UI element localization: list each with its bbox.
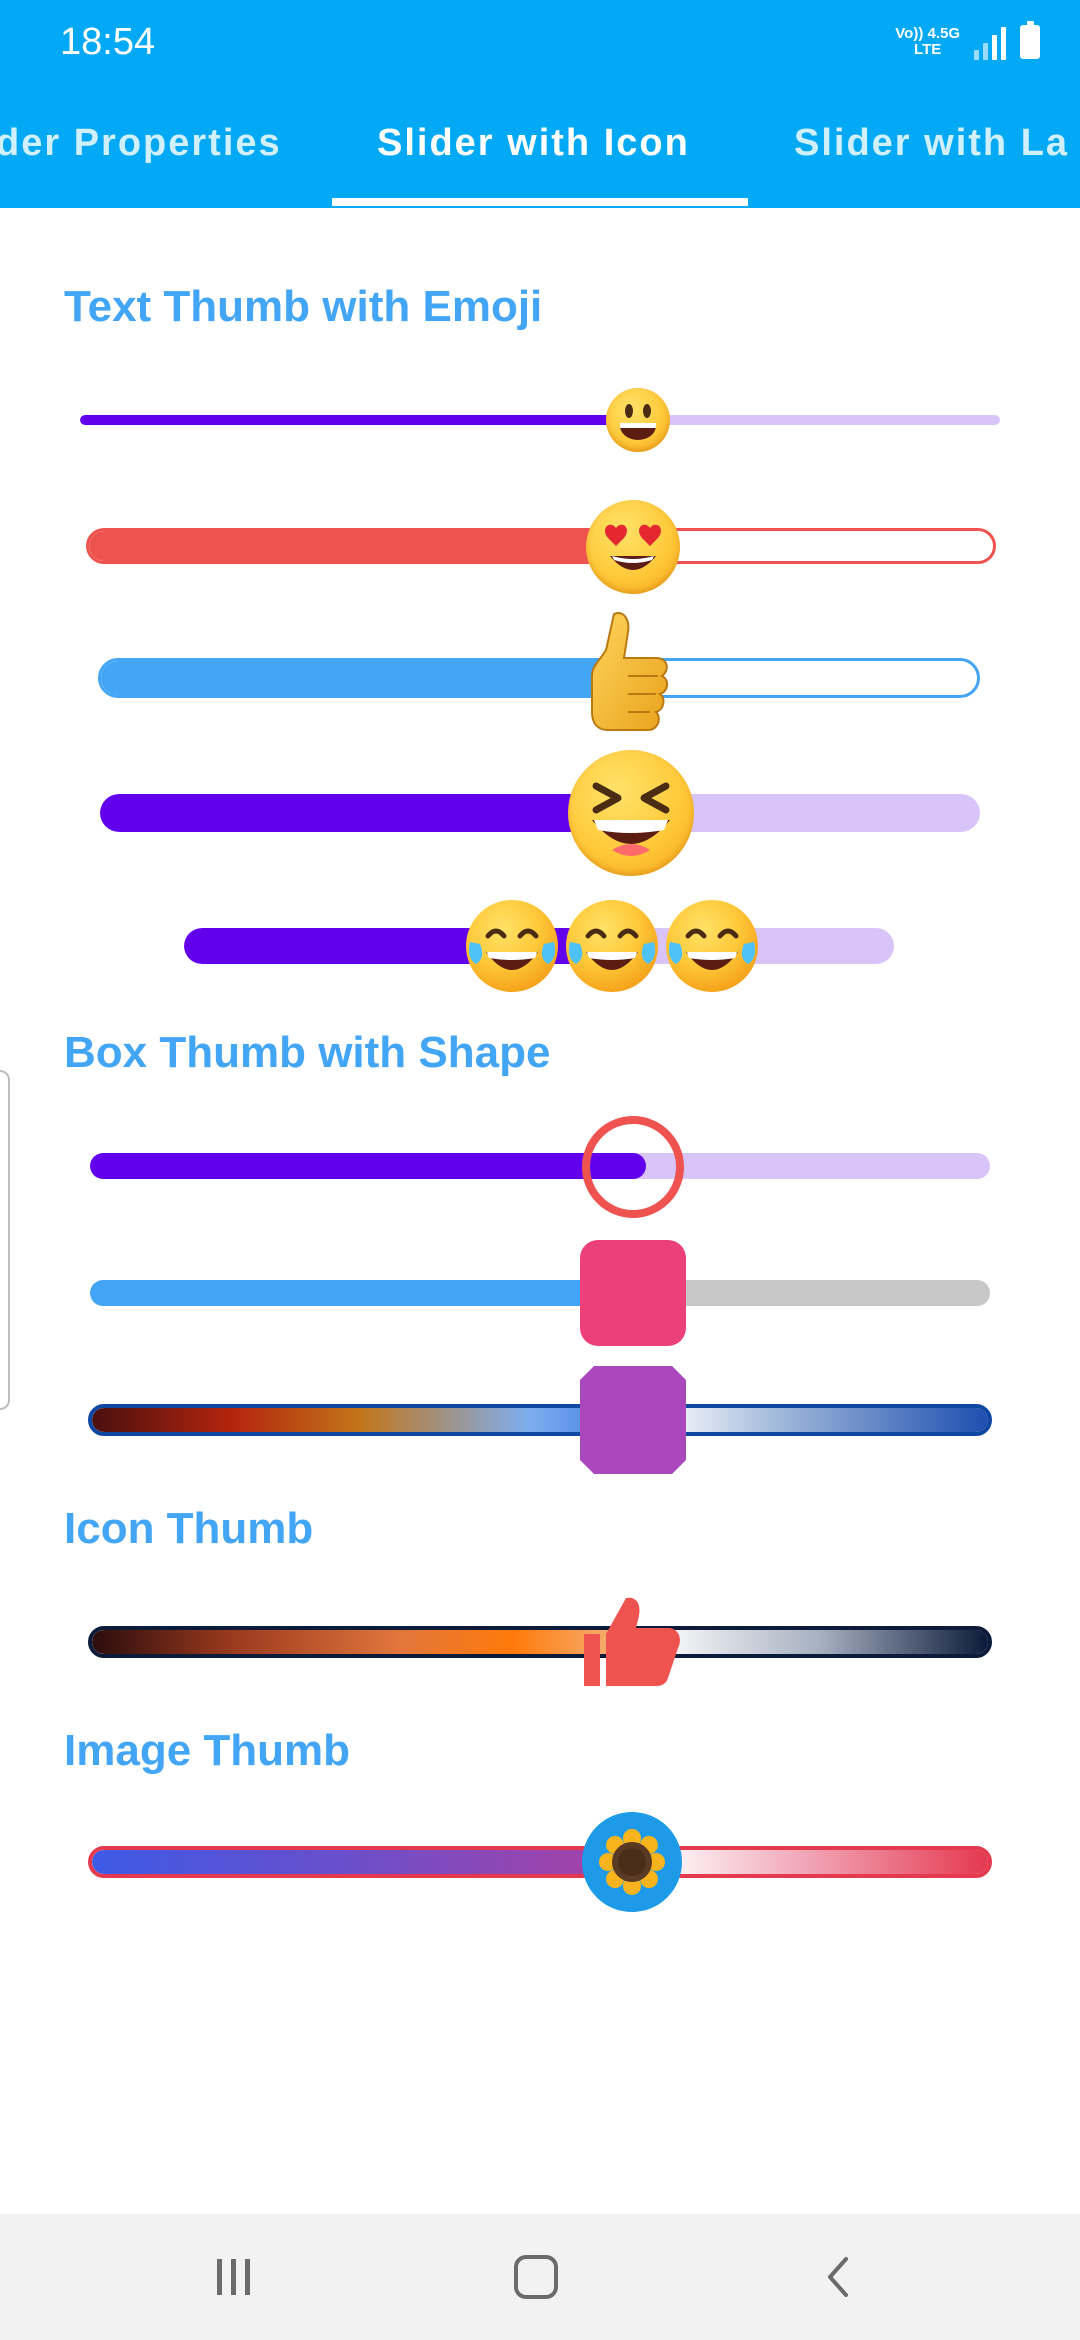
section-title-box-thumb: Box Thumb with Shape xyxy=(64,1028,551,1077)
tears-of-joy-emoji-group[interactable] xyxy=(464,898,764,994)
tears-of-joy-emoji xyxy=(466,900,558,992)
slider-track xyxy=(90,1153,990,1179)
back-button[interactable] xyxy=(768,2214,908,2340)
slider-fill xyxy=(89,531,639,561)
tears-of-joy-emoji xyxy=(666,900,758,992)
home-button[interactable] xyxy=(466,2214,606,2340)
signal-icon xyxy=(974,24,1006,60)
slider-track xyxy=(100,794,980,832)
thumbs-up-icon[interactable] xyxy=(582,1594,682,1690)
box-rounded-square-slider[interactable] xyxy=(90,1240,990,1346)
network-indicator: Vo)) 4.5G LTE xyxy=(895,26,960,58)
status-time: 18:54 xyxy=(60,21,156,63)
slider-track xyxy=(88,1626,992,1658)
tab-slider-with-label[interactable]: Slider with La xyxy=(794,100,1069,208)
battery-icon xyxy=(1020,21,1040,59)
grinning-squint-emoji[interactable] xyxy=(568,750,694,876)
heart-eyes-emoji[interactable] xyxy=(586,500,680,594)
network-top-label: Vo)) 4.5G xyxy=(895,25,960,42)
emoji-heart-eyes-slider[interactable] xyxy=(86,496,996,596)
icon-thumbs-up-slider[interactable] xyxy=(88,1590,992,1694)
slider-fill xyxy=(101,661,631,695)
slider-fill xyxy=(90,1153,646,1179)
slider-fill xyxy=(90,1280,640,1306)
tab-bar: der Properties Slider with Icon Slider w… xyxy=(0,100,1080,208)
slider-unfilled-gradient xyxy=(652,1630,988,1654)
box-ring-slider[interactable] xyxy=(90,1114,990,1218)
slider-track xyxy=(98,658,980,698)
image-sunflower-slider[interactable] xyxy=(88,1810,992,1914)
slider-fill xyxy=(92,1850,652,1874)
slider-unfilled-gradient xyxy=(652,1408,988,1432)
app-screen: 18:54 Vo)) 4.5G LTE der Properties Slide… xyxy=(0,0,1080,2340)
slider-fill xyxy=(92,1630,652,1654)
box-octagon-slider[interactable] xyxy=(88,1366,992,1474)
ring-shape-thumb[interactable] xyxy=(582,1116,684,1218)
app-bar: 18:54 Vo)) 4.5G LTE der Properties Slide… xyxy=(0,0,1080,208)
slider-fill xyxy=(80,415,638,425)
smiling-face-emoji[interactable] xyxy=(606,388,670,452)
emoji-smile-slider[interactable] xyxy=(80,380,1000,460)
recent-apps-icon xyxy=(217,2259,250,2295)
section-title-image-thumb: Image Thumb xyxy=(64,1726,351,1775)
emoji-triple-slider[interactable] xyxy=(184,890,894,1000)
slider-track xyxy=(86,528,996,564)
thumbs-up-emoji[interactable] xyxy=(578,608,674,744)
tears-of-joy-emoji xyxy=(566,900,658,992)
tab-slider-with-icon[interactable]: Slider with Icon xyxy=(377,100,690,208)
slider-track xyxy=(80,415,1000,425)
tab-slider-properties[interactable]: der Properties xyxy=(0,100,282,208)
slider-fill xyxy=(92,1408,652,1432)
slider-track xyxy=(90,1280,990,1306)
slider-fill xyxy=(100,794,630,832)
octagon-thumb[interactable] xyxy=(580,1366,686,1474)
sunflower-image-thumb[interactable] xyxy=(582,1812,682,1912)
slider-track xyxy=(88,1404,992,1436)
section-title-icon-thumb: Icon Thumb xyxy=(64,1504,314,1553)
recent-apps-button[interactable] xyxy=(164,2214,304,2340)
slider-unfilled-gradient xyxy=(652,1850,988,1874)
section-title-text-thumb: Text Thumb with Emoji xyxy=(64,282,543,331)
emoji-thumbs-up-slider[interactable] xyxy=(98,606,980,746)
system-nav-bar xyxy=(0,2214,1080,2340)
network-bottom-label: LTE xyxy=(914,41,942,58)
slider-track xyxy=(88,1846,992,1878)
home-icon xyxy=(514,2255,558,2299)
status-icons: Vo)) 4.5G LTE xyxy=(895,20,1040,64)
emoji-squint-slider[interactable] xyxy=(100,748,980,878)
back-icon xyxy=(828,2257,848,2297)
tab-indicator xyxy=(332,198,748,206)
edge-panel-handle[interactable] xyxy=(0,1070,10,1410)
rounded-square-thumb[interactable] xyxy=(580,1240,686,1346)
